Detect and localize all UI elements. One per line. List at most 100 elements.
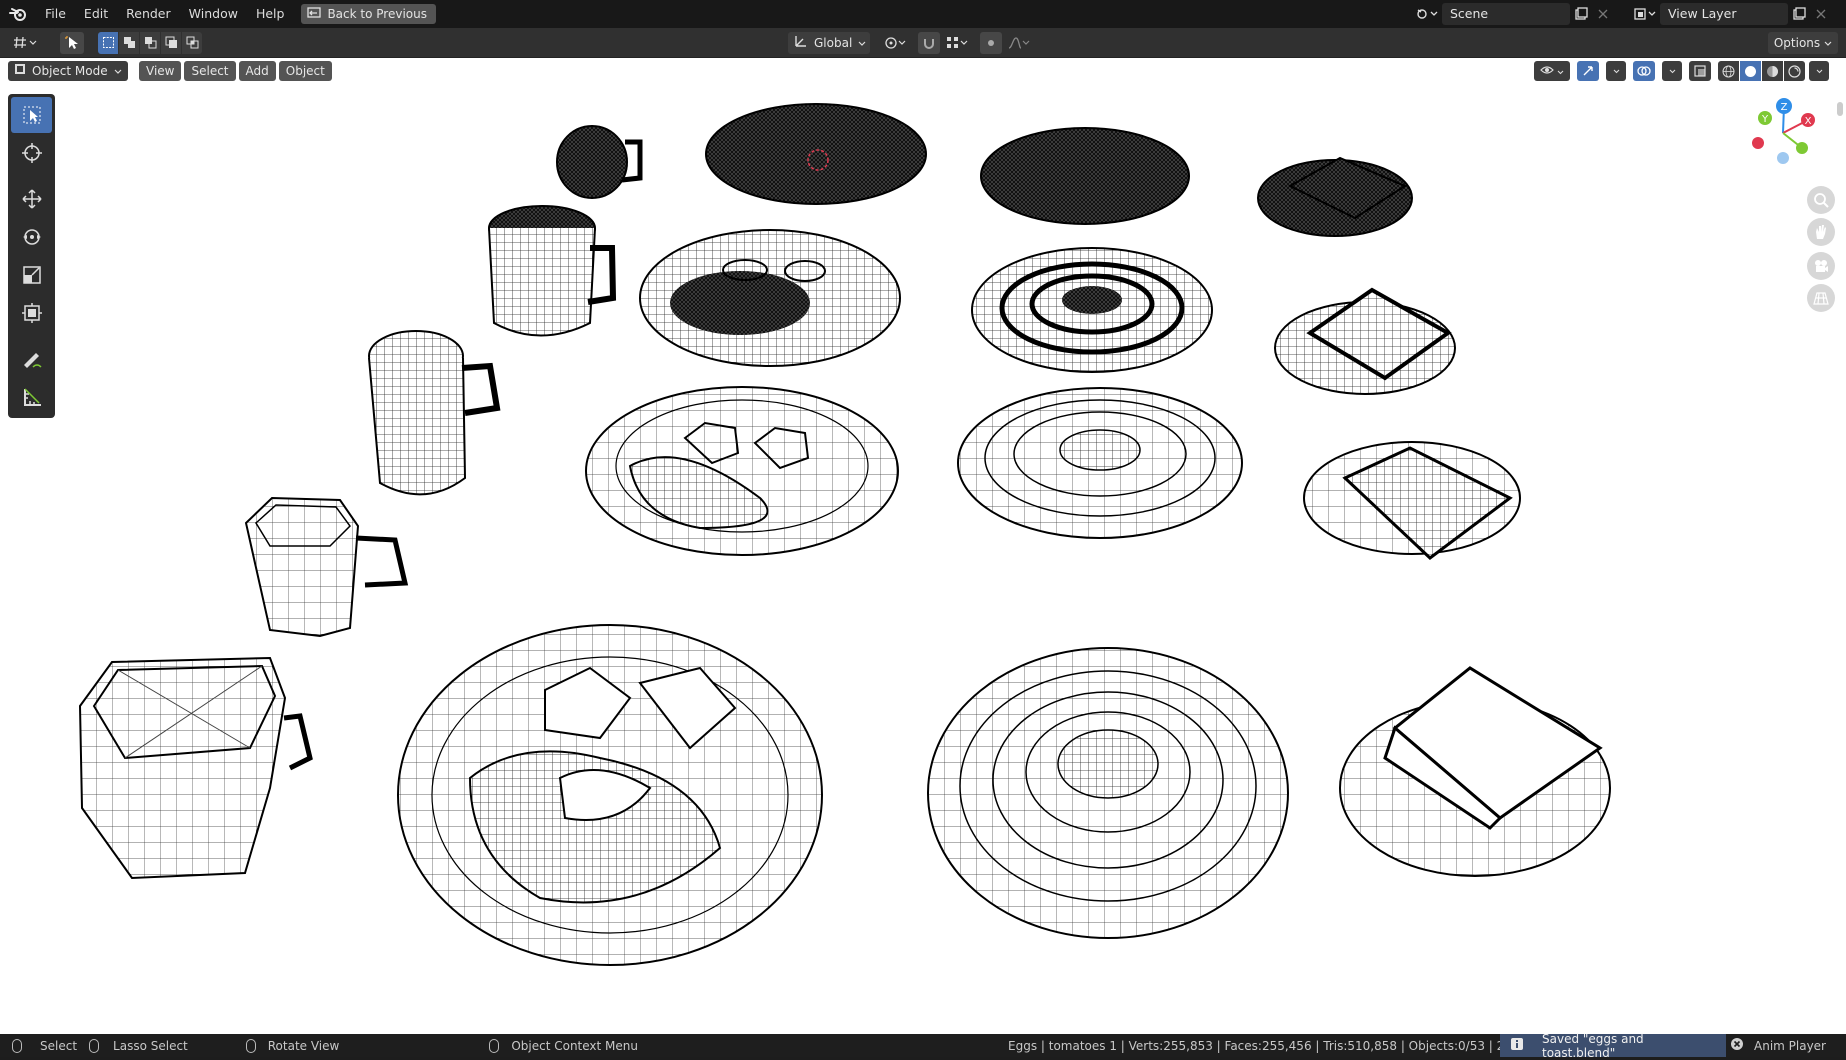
orientation-label: Global bbox=[814, 35, 853, 50]
view-menu[interactable]: View bbox=[139, 61, 182, 81]
eye-icon bbox=[1540, 61, 1554, 81]
mug-far-2 bbox=[488, 205, 617, 337]
plate-eggs-3 bbox=[585, 386, 899, 556]
view-layer-browse-icon[interactable] bbox=[1630, 3, 1660, 25]
saved-message: Saved "eggs and toast.blend" bbox=[1542, 1031, 1644, 1060]
editor-type-icon[interactable] bbox=[8, 31, 42, 54]
select-new-icon[interactable] bbox=[98, 31, 118, 54]
neg-x-axis-icon[interactable] bbox=[1752, 137, 1764, 149]
toast-far bbox=[1257, 156, 1413, 237]
cursor-tool-icon[interactable] bbox=[11, 135, 52, 171]
chevron-down-icon bbox=[1557, 61, 1564, 81]
camera-view-icon[interactable] bbox=[1807, 252, 1835, 280]
mug-3 bbox=[368, 330, 501, 496]
gizmo-toggle-icon[interactable] bbox=[1577, 61, 1599, 81]
toast-near bbox=[1339, 666, 1611, 877]
wireframe-scene bbox=[78, 103, 1611, 966]
select-intersect-icon[interactable] bbox=[182, 31, 202, 54]
selection-mode-group bbox=[98, 31, 202, 54]
select-subtract-icon[interactable] bbox=[140, 31, 160, 54]
snap-toggle-icon[interactable] bbox=[918, 31, 940, 54]
pivot-point-dropdown[interactable] bbox=[880, 31, 910, 54]
plate-rings-2 bbox=[971, 247, 1213, 373]
info-icon bbox=[1510, 1037, 1524, 1054]
plate-rings-near bbox=[927, 647, 1289, 939]
menu-file[interactable]: File bbox=[36, 0, 75, 28]
object-mode-dropdown[interactable]: Object Mode bbox=[8, 61, 128, 81]
neg-y-axis-icon[interactable] bbox=[1796, 142, 1808, 154]
status-select-label: Select bbox=[40, 1038, 78, 1053]
new-view-layer-icon[interactable] bbox=[1788, 3, 1810, 25]
z-axis-label: Z bbox=[1781, 102, 1788, 113]
pan-hand-icon[interactable] bbox=[1807, 218, 1835, 246]
cancel-icon[interactable] bbox=[1730, 1037, 1744, 1054]
rendered-shading-icon[interactable] bbox=[1784, 61, 1805, 81]
grid-perspective-icon[interactable] bbox=[1807, 284, 1835, 312]
measure-tool-icon[interactable] bbox=[11, 379, 52, 415]
visibility-dropdown[interactable] bbox=[1534, 61, 1570, 81]
active-tool-icon[interactable] bbox=[60, 31, 84, 54]
scene-name-field[interactable]: Scene bbox=[1442, 3, 1570, 25]
blender-logo-icon[interactable] bbox=[0, 0, 36, 28]
mouse-right-icon bbox=[489, 1038, 500, 1053]
back-to-previous-button[interactable]: Back to Previous bbox=[301, 4, 436, 24]
select-box-tool-icon[interactable] bbox=[11, 97, 52, 133]
scene-browse-icon[interactable] bbox=[1412, 3, 1442, 25]
material-shading-icon[interactable] bbox=[1762, 61, 1783, 81]
mouse-middle-icon bbox=[245, 1038, 256, 1053]
anim-player-status[interactable]: Anim Player bbox=[1730, 1037, 1826, 1054]
annotate-tool-icon[interactable] bbox=[11, 341, 52, 377]
object-menu[interactable]: Object bbox=[278, 61, 332, 81]
snap-target-dropdown[interactable] bbox=[942, 31, 972, 54]
new-scene-icon[interactable] bbox=[1570, 3, 1592, 25]
mouse-left-icon bbox=[12, 1038, 22, 1053]
select-menu[interactable]: Select bbox=[184, 61, 236, 81]
y-axis-label: Y bbox=[1761, 114, 1769, 125]
menu-window[interactable]: Window bbox=[180, 0, 247, 28]
plate-rings-3 bbox=[957, 387, 1243, 539]
delete-view-layer-icon[interactable] bbox=[1810, 3, 1832, 25]
overlays-toggle-icon[interactable] bbox=[1633, 61, 1655, 81]
wireframe-shading-icon[interactable] bbox=[1718, 61, 1739, 81]
transform-tool-icon[interactable] bbox=[11, 295, 52, 331]
viewport-scrollbar[interactable] bbox=[1837, 102, 1843, 116]
options-label: Options bbox=[1773, 35, 1821, 50]
move-tool-icon[interactable] bbox=[11, 181, 52, 217]
scale-tool-icon[interactable] bbox=[11, 257, 52, 293]
rotate-tool-icon[interactable] bbox=[11, 219, 52, 255]
shading-mode-group bbox=[1718, 61, 1805, 81]
menu-help[interactable]: Help bbox=[247, 0, 294, 28]
shading-dropdown[interactable] bbox=[1809, 61, 1829, 81]
options-dropdown[interactable]: Options bbox=[1768, 31, 1838, 54]
neg-z-axis-icon[interactable] bbox=[1777, 152, 1789, 164]
zoom-icon[interactable] bbox=[1807, 186, 1835, 214]
3d-viewport[interactable]: Object Mode View Select Add Object Z X Y bbox=[0, 58, 1846, 1034]
add-menu[interactable]: Add bbox=[238, 61, 276, 81]
solid-shading-icon[interactable] bbox=[1740, 61, 1761, 81]
transform-orientation-dropdown[interactable]: Global bbox=[788, 31, 870, 54]
status-context-label: Object Context Menu bbox=[511, 1038, 638, 1053]
overlays-dropdown[interactable] bbox=[1662, 61, 1682, 81]
chevron-down-icon bbox=[858, 36, 866, 50]
toast-3 bbox=[1303, 441, 1521, 560]
viewport-shading-controls bbox=[1534, 61, 1832, 81]
status-select: Select bbox=[12, 1038, 78, 1053]
menu-render[interactable]: Render bbox=[117, 0, 180, 28]
xray-toggle-icon[interactable] bbox=[1689, 61, 1711, 81]
back-icon bbox=[307, 6, 322, 22]
status-rotate-label: Rotate View bbox=[267, 1038, 340, 1053]
select-invert-icon[interactable] bbox=[161, 31, 181, 54]
select-extend-icon[interactable] bbox=[119, 31, 139, 54]
delete-scene-icon[interactable] bbox=[1592, 3, 1614, 25]
back-to-previous-label: Back to Previous bbox=[327, 7, 427, 21]
navigation-gizmo[interactable]: Z X Y bbox=[1738, 88, 1828, 178]
mug-4 bbox=[244, 496, 409, 638]
proportional-editing-icon[interactable] bbox=[980, 31, 1002, 54]
view-layer-field[interactable]: View Layer bbox=[1660, 3, 1788, 25]
gizmo-dropdown[interactable] bbox=[1606, 61, 1626, 81]
plate-eggs-2 bbox=[639, 229, 901, 367]
mug-far-1 bbox=[556, 125, 643, 199]
menu-edit[interactable]: Edit bbox=[75, 0, 117, 28]
falloff-dropdown[interactable] bbox=[1004, 31, 1034, 54]
status-context: Object Context Menu bbox=[489, 1038, 638, 1053]
